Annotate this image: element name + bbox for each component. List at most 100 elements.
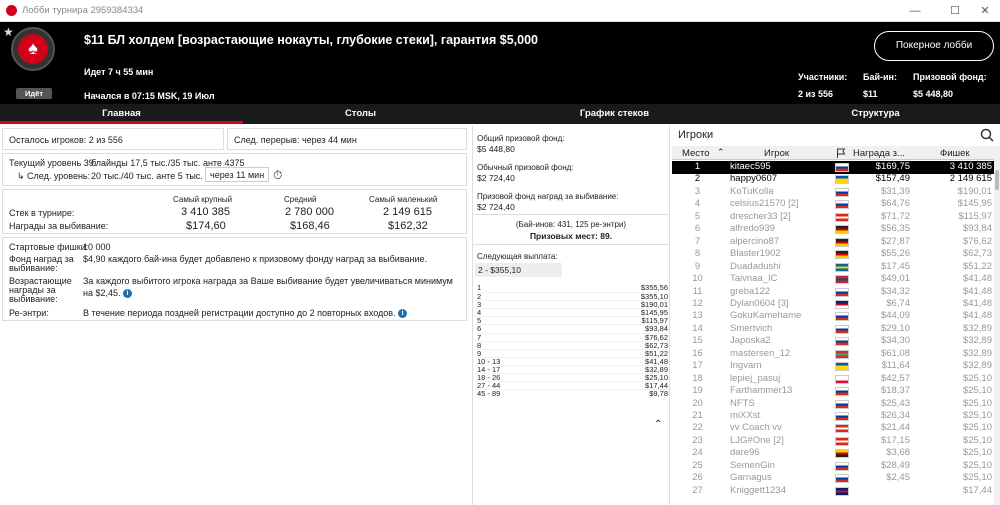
- player-name: Kniggett1234: [730, 484, 786, 496]
- player-row[interactable]: 2 happy0607 $157,49 2 149 615: [672, 173, 994, 186]
- next-level-timer: через 11 мин: [205, 167, 269, 182]
- player-row[interactable]: 18 lepiej_pasuj $42,57 $25,10: [672, 373, 994, 386]
- col-player-header[interactable]: Игрок: [764, 148, 789, 159]
- player-row[interactable]: 15 Japoska2 $34,30 $32,89: [672, 335, 994, 348]
- player-place: 12: [692, 297, 703, 309]
- player-chips: $25,10: [962, 385, 992, 397]
- player-row[interactable]: 5 drescher33 [2] $71,72 $115,97: [672, 211, 994, 224]
- player-chips: $25,10: [962, 472, 992, 484]
- player-chips: $41,48: [962, 273, 992, 285]
- player-name: GokuKamehame: [730, 310, 802, 322]
- flag-icon[interactable]: [836, 148, 846, 158]
- close-button[interactable]: ✕: [970, 3, 1000, 19]
- player-place: 19: [692, 385, 703, 397]
- stack-smallest: 2 149 615: [383, 206, 432, 218]
- player-name: Ingvarn: [730, 360, 762, 372]
- prizepool-label: Призовой фонд:: [913, 72, 987, 82]
- players-scrollbar[interactable]: [994, 146, 1000, 505]
- country-flag-icon: [835, 412, 849, 421]
- player-name: Taivnaa_IC: [730, 273, 778, 285]
- next-payout-box: 2 - $355,10: [475, 263, 562, 277]
- players-scroll-thumb[interactable]: [995, 170, 999, 190]
- country-flag-icon: [835, 461, 849, 471]
- stack-average: 2 780 000: [285, 206, 334, 218]
- player-place: 6: [694, 223, 701, 235]
- collapse-icon[interactable]: ⌃: [654, 419, 662, 430]
- player-row[interactable]: 14 Smertvich $29,10 $32,89: [672, 323, 994, 336]
- player-chips: $32,89: [962, 360, 992, 372]
- player-place: 4: [694, 198, 701, 210]
- player-row[interactable]: 6 alfredo939 $56,35 $93,84: [672, 223, 994, 236]
- next-level-label: ↳ След. уровень:: [17, 171, 91, 181]
- col-chips-header[interactable]: Фишек: [940, 148, 970, 159]
- player-chips: $25,10: [962, 459, 992, 471]
- player-row[interactable]: 22 vv Coach vv $21,44 $25,10: [672, 422, 994, 435]
- sort-arrow-icon[interactable]: ⌃: [717, 147, 725, 158]
- maximize-button[interactable]: ☐: [940, 3, 970, 19]
- player-row[interactable]: 11 greba122 $34,32 $41,48: [672, 286, 994, 299]
- player-row[interactable]: 7 alpercino87 $27,87 $76,62: [672, 236, 994, 249]
- minimize-button[interactable]: —: [900, 3, 930, 19]
- player-chips: $41,48: [962, 310, 992, 322]
- next-payout-value: 2 - $355,10: [478, 265, 522, 275]
- player-row[interactable]: 8 Blaster1902 $55,26 $62,73: [672, 248, 994, 261]
- player-row[interactable]: 25 SemenGin $28,49 $25,10: [672, 460, 994, 473]
- player-row[interactable]: 23 LJG#One [2] $17,15 $25,10: [672, 435, 994, 448]
- payout-row: 18 - 26 $25,10: [475, 373, 668, 382]
- buyin-label: Бай-ин:: [863, 72, 897, 82]
- stack-label: Стек в турнире:: [9, 208, 75, 218]
- info-icon[interactable]: i: [123, 289, 133, 299]
- player-row[interactable]: 4 celsius21570 [2] $64,76 $145,95: [672, 198, 994, 211]
- player-row[interactable]: 20 NFTS $25,43 $25,10: [672, 398, 994, 411]
- player-row[interactable]: 10 Taivnaa_IC $49,01 $41,48: [672, 273, 994, 286]
- tab-stack-chart[interactable]: График стеков: [478, 104, 751, 124]
- timer-icon: ⏱: [273, 168, 283, 182]
- favorite-star-icon[interactable]: ★: [3, 25, 14, 39]
- tab-tables[interactable]: Столы: [243, 104, 478, 124]
- tab-structure[interactable]: Структура: [751, 104, 1000, 124]
- player-row[interactable]: 16 mastersen_12 $61,08 $32,89: [672, 348, 994, 361]
- payout-list: 1 $355,56 2 $355,10 3 $190,01 4 $145,95 5 $115,97…: [475, 283, 668, 398]
- player-name: dare96: [730, 447, 760, 459]
- poker-lobby-button[interactable]: Покерное лобби: [874, 31, 994, 61]
- player-name: celsius21570 [2]: [730, 198, 799, 210]
- player-name: mastersen_12: [730, 347, 791, 359]
- participants-label: Участники:: [798, 72, 848, 82]
- tournament-title: $11 БЛ холдем [возрастающие нокауты, глу…: [84, 33, 538, 47]
- player-row[interactable]: 12 Dylan0604 [3] $6,74 $41,48: [672, 298, 994, 311]
- player-row[interactable]: 21 miXXst $26,34 $25,10: [672, 410, 994, 423]
- col-place-header[interactable]: Место: [682, 148, 710, 159]
- player-chips: $51,22: [962, 260, 992, 272]
- info-icon[interactable]: i: [398, 309, 408, 319]
- player-row[interactable]: 3 KoTuKolla $31,39 $190,01: [672, 186, 994, 199]
- player-row[interactable]: 27 Kniggett1234 $17,44: [672, 485, 994, 498]
- player-row[interactable]: 26 Garnagus $2,45 $25,10: [672, 472, 994, 485]
- search-icon[interactable]: [980, 128, 994, 142]
- regular-prize-label: Обычный призовой фонд:: [477, 163, 574, 172]
- player-place: 14: [692, 322, 703, 334]
- bounty-prize-label: Призовой фонд наград за выбивание:: [477, 192, 619, 201]
- player-row[interactable]: 24 dare96 $3,68 $25,10: [672, 447, 994, 460]
- player-name: greba122: [730, 285, 771, 297]
- country-flag-icon: [835, 187, 849, 197]
- players-header: Игроки: [672, 126, 1000, 144]
- player-chips: $190,01: [957, 185, 992, 197]
- col-bounty-header[interactable]: Награда з...: [853, 148, 905, 159]
- col-average: Средний: [284, 195, 317, 204]
- player-bounty: $49,01: [880, 273, 910, 285]
- player-row[interactable]: 1 kitaec595 $169,75 3 410 385: [672, 161, 994, 174]
- player-row[interactable]: 13 GokuKamehame $44,09 $41,48: [672, 310, 994, 323]
- buyin-value: $11: [863, 89, 878, 99]
- country-flag-icon: [835, 399, 849, 409]
- player-row[interactable]: 17 Ingvarn $11,64 $32,89: [672, 360, 994, 373]
- country-flag-icon: [835, 449, 849, 459]
- player-row[interactable]: 19 Farthammer13 $18,37 $25,10: [672, 385, 994, 398]
- start-time: Начался в 07:15 MSK, 19 Июл: [84, 91, 215, 101]
- player-row[interactable]: 9 Duadadushi $17,45 $51,22: [672, 261, 994, 274]
- country-flag-icon: [835, 287, 849, 297]
- payout-row: 9 $51,22: [475, 348, 668, 357]
- progressive-amount: на $2,45.: [83, 288, 121, 298]
- player-name: lepiej_pasuj: [730, 372, 781, 384]
- tab-main[interactable]: Главная: [0, 104, 243, 124]
- player-name: SemenGin: [730, 459, 775, 471]
